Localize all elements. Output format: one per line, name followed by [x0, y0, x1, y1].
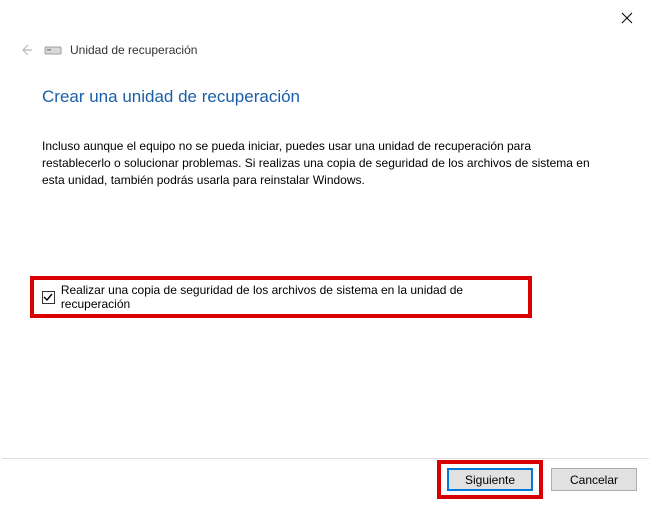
back-arrow-icon	[19, 43, 33, 57]
body-description: Incluso aunque el equipo no se pueda ini…	[42, 138, 602, 188]
cancel-button[interactable]: Cancelar	[551, 468, 637, 491]
header: Unidad de recuperación	[16, 40, 197, 60]
backup-checkbox[interactable]: Realizar una copia de seguridad de los a…	[42, 283, 528, 311]
dialog-window: Unidad de recuperación Crear una unidad …	[0, 0, 651, 511]
drive-icon	[44, 44, 62, 56]
next-button[interactable]: Siguiente	[447, 468, 533, 491]
checkmark-icon	[43, 292, 53, 302]
page-title: Crear una unidad de recuperación	[42, 87, 300, 107]
button-bar: Siguiente Cancelar	[437, 460, 637, 499]
back-button[interactable]	[16, 40, 36, 60]
checkbox-highlight-frame: Realizar una copia de seguridad de los a…	[30, 276, 532, 318]
close-button[interactable]	[615, 6, 639, 30]
separator	[2, 458, 649, 459]
next-button-highlight-frame: Siguiente	[437, 460, 543, 499]
close-icon	[621, 12, 633, 24]
checkbox-label: Realizar una copia de seguridad de los a…	[61, 283, 528, 311]
window-title: Unidad de recuperación	[70, 43, 197, 57]
checkbox-box	[42, 291, 55, 304]
